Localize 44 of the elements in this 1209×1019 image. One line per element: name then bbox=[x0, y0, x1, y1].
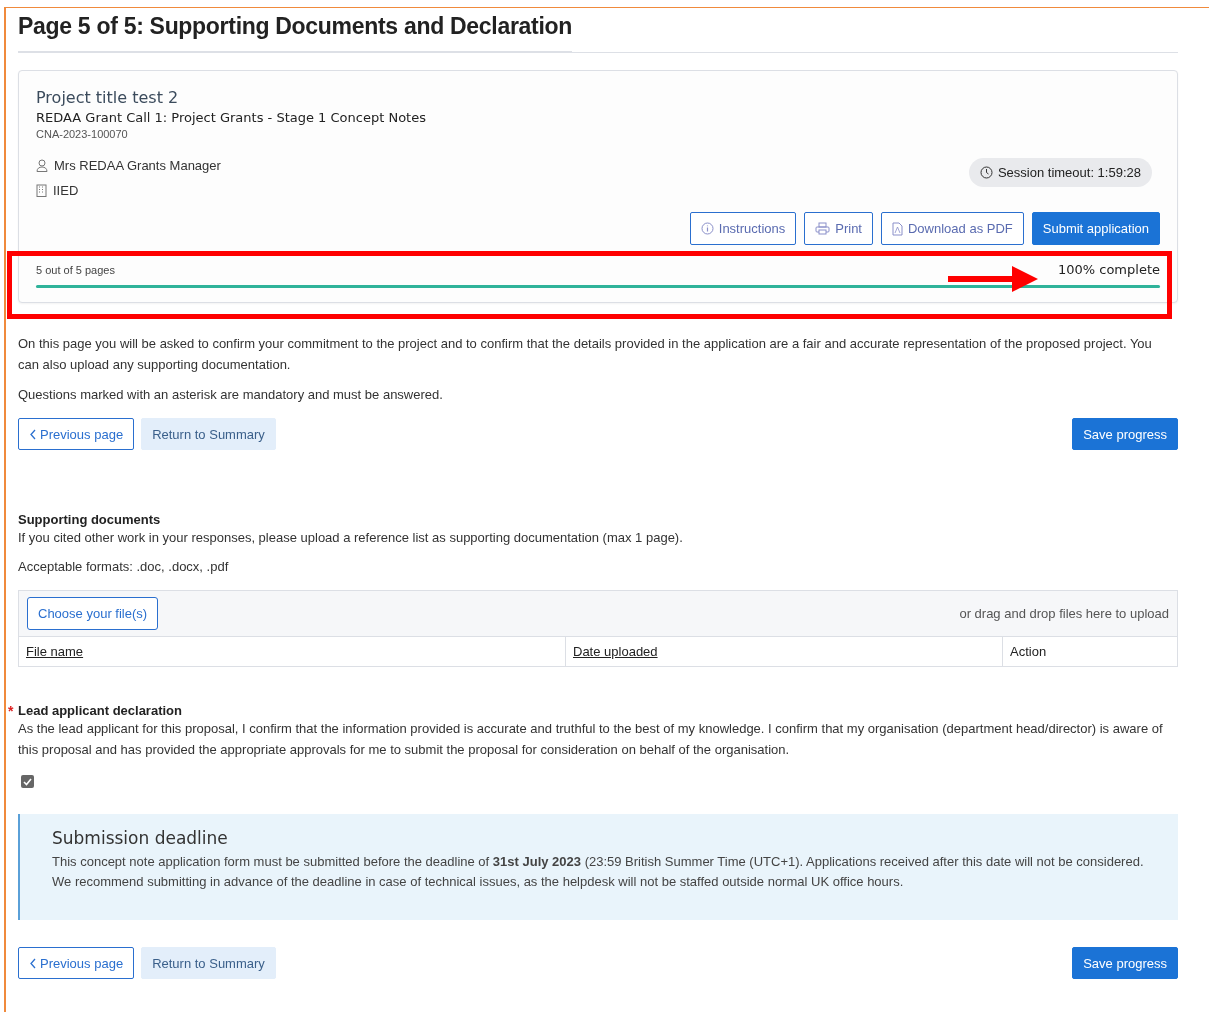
chevron-left-icon bbox=[29, 428, 37, 440]
intro-text: On this page you will be asked to confirm your commitment to the project and to confirm that the details provided in the application are a fair and accurate representation of the proposed project. You can also upload any supporting documentation. bbox=[18, 335, 1153, 374]
toolbar-button[interactable]: Instructions bbox=[689, 212, 797, 245]
previous-page-button[interactable]: Previous page bbox=[18, 418, 135, 450]
question-title: Lead applicant declaration bbox=[18, 703, 183, 718]
declaration-text: As the lead applicant for this proposal, I confirm that the information provided is accurate and truthful to the best of my knowledge. I confirm that my organisation (department head/director) is aware of this proposal and has provided the appropriate approvals for me to submit the proposal for consideration on behalf of the organisation. bbox=[18, 720, 1164, 759]
document-icon bbox=[892, 221, 903, 236]
choose-files-button[interactable]: Choose your file(s) bbox=[27, 597, 159, 630]
notice-text: This concept note application form must be submitted before the deadline of 31st July 2023 (23:59 British Summer Time (UTC+1). Applications received after this date will not be considered. We recommend submitting in advance of the deadline in case of technical issues, as the helpdesk will not be staffed outside normal UK office hours. bbox=[52, 853, 1145, 891]
submit-button[interactable]: Submit application bbox=[1031, 212, 1160, 245]
reference-number: CNA-2023-100070 bbox=[36, 128, 129, 140]
column-header[interactable]: File name bbox=[19, 637, 566, 666]
section-description: If you cited other work in your responses, please upload a reference list as supporting documentation (max 1 page). bbox=[18, 529, 684, 547]
info-icon bbox=[700, 222, 714, 235]
user-name: Mrs REDAA Grants Manager bbox=[54, 158, 221, 173]
printer-icon bbox=[815, 222, 831, 235]
save-progress-button[interactable]: Save progress bbox=[1072, 947, 1178, 979]
intro-text: Questions marked with an asterisk are mandatory and must be answered. bbox=[18, 386, 444, 404]
grant-call-name: REDAA Grant Call 1: Project Grants - Stage 1 Concept Notes bbox=[36, 110, 427, 125]
arrow-icon bbox=[948, 266, 1038, 292]
page-title: Page 5 of 5: Supporting Documents and Declaration bbox=[18, 13, 572, 52]
chevron-left-icon bbox=[29, 957, 37, 969]
session-timeout: Session timeout: 1:59:28 bbox=[968, 158, 1152, 187]
formats-note: Acceptable formats: .doc, .docx, .pdf bbox=[18, 558, 230, 576]
column-header: Action bbox=[1009, 643, 1048, 661]
return-to-summary-button[interactable]: Return to Summary bbox=[141, 947, 276, 979]
toolbar-button[interactable]: Download as PDF bbox=[881, 212, 1024, 245]
return-to-summary-button[interactable]: Return to Summary bbox=[141, 418, 276, 450]
section-title: Supporting documents bbox=[18, 512, 162, 527]
user-icon bbox=[36, 159, 48, 172]
progress-reading: 100% complete bbox=[1057, 262, 1160, 277]
project-title: Project title test 2 bbox=[36, 88, 180, 107]
organisation-name: IIED bbox=[53, 183, 79, 198]
required-marker: * bbox=[8, 703, 14, 719]
building-icon bbox=[36, 184, 47, 197]
declaration-checkbox[interactable] bbox=[21, 775, 34, 788]
save-progress-button[interactable]: Save progress bbox=[1072, 418, 1178, 450]
toolbar-button[interactable]: Print bbox=[804, 212, 873, 245]
column-header[interactable]: Date uploaded bbox=[566, 637, 1003, 666]
pages-count: 5 out of 5 pages bbox=[36, 263, 115, 276]
clock-icon bbox=[979, 166, 993, 179]
notice-title: Submission deadline bbox=[52, 828, 229, 848]
previous-page-button[interactable]: Previous page bbox=[18, 947, 135, 979]
drop-hint: or drag and drop files here to upload bbox=[959, 606, 1169, 621]
